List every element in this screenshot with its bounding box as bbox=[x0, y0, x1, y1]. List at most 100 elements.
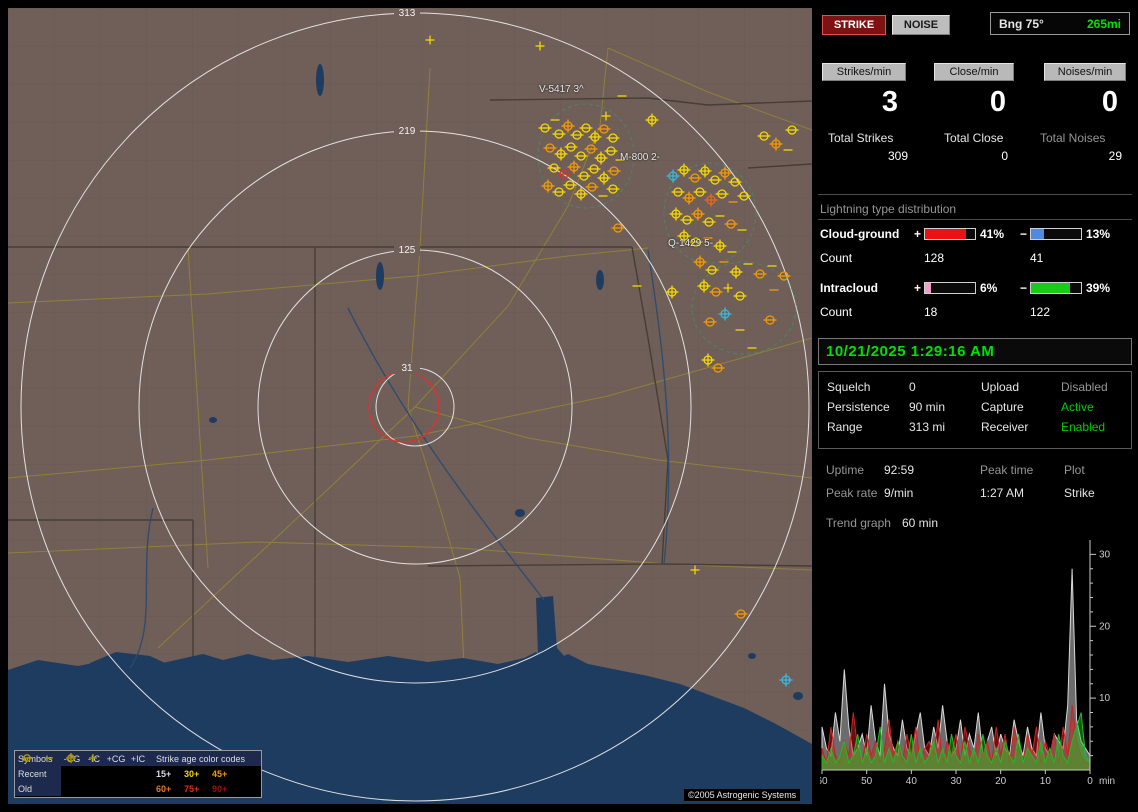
ic-negative-bar bbox=[1030, 282, 1082, 294]
strike-alarm-button[interactable]: STRIKE bbox=[822, 15, 886, 35]
cg-negative-pct: 13% bbox=[1086, 227, 1111, 241]
strike-age-code: 90+ bbox=[212, 783, 228, 794]
cloud-ground-label: Cloud-ground bbox=[820, 227, 900, 241]
legend-old-symbols bbox=[22, 753, 153, 796]
uptime-label: Uptime bbox=[826, 463, 865, 477]
squelch-value: 0 bbox=[909, 380, 916, 394]
ic-negative-pct: 39% bbox=[1086, 281, 1111, 295]
bearing-label: Bng 75° bbox=[999, 16, 1044, 31]
axis-tick-label: 40 bbox=[906, 776, 918, 787]
strike-age-code: 75+ bbox=[184, 783, 200, 794]
total-noises-label: Total Noises bbox=[1040, 131, 1106, 145]
peak-time-label: Peak time bbox=[980, 463, 1034, 477]
uptime-value: 92:59 bbox=[884, 463, 915, 477]
datetime-box: 10/21/2025 1:29:16 AM bbox=[818, 338, 1132, 365]
squelch-label: Squelch bbox=[827, 380, 871, 394]
ic-positive-bar bbox=[924, 282, 976, 294]
noises-per-min-header[interactable]: Noises/min bbox=[1044, 63, 1126, 81]
legend-type-pos-cg: +CG bbox=[106, 753, 126, 764]
total-close-label: Total Close bbox=[944, 131, 1004, 145]
distribution-title: Lightning type distribution bbox=[820, 202, 957, 216]
divider bbox=[818, 194, 1132, 195]
close-per-min-header[interactable]: Close/min bbox=[934, 63, 1014, 81]
axis-tick-label: 20 bbox=[995, 776, 1007, 787]
strike-age-code: 30+ bbox=[184, 768, 200, 779]
legend-type-pos-ic: +IC bbox=[130, 753, 146, 764]
legend-row-recent-label: Recent bbox=[15, 766, 61, 781]
cg-negative-count: 41 bbox=[1030, 251, 1044, 265]
cg-positive-pct: 41% bbox=[980, 227, 1005, 241]
ic-positive-pct: 6% bbox=[980, 281, 998, 295]
ic-positive-count: 18 bbox=[924, 305, 938, 319]
persistence-label: Persistence bbox=[827, 400, 890, 414]
plot-label: Plot bbox=[1064, 463, 1085, 477]
count-label: Count bbox=[820, 305, 853, 319]
intracloud-label: Intracloud bbox=[820, 281, 879, 295]
axis-tick-label: 30 bbox=[950, 776, 962, 787]
strike-age-code: 45+ bbox=[212, 768, 228, 779]
axis-tick-label: 30 bbox=[1099, 549, 1111, 560]
strike-age-code: 15+ bbox=[156, 768, 172, 779]
legend-row-old-label: Old bbox=[15, 781, 61, 796]
upload-value: Disabled bbox=[1061, 380, 1108, 394]
legend-recent-ages: 15+ 30+ 45+ bbox=[153, 766, 261, 781]
strikes-per-min-header[interactable]: Strikes/min bbox=[822, 63, 906, 81]
upload-label: Upload bbox=[981, 380, 1020, 394]
cg-positive-bar bbox=[924, 228, 976, 240]
total-noises-value: 29 bbox=[1108, 149, 1122, 163]
plus-sign: + bbox=[914, 227, 922, 241]
count-label: Count bbox=[820, 251, 853, 265]
legend-icp-icon bbox=[89, 754, 97, 762]
bearing-readout: Bng 75° 265mi bbox=[990, 12, 1130, 35]
total-strikes-value: 309 bbox=[887, 149, 908, 163]
legend-old-ages: 60+ 75+ 90+ bbox=[153, 781, 261, 796]
trend-graph: 10 20 30 60 50 40 30 20 10 0 min bbox=[820, 540, 1115, 787]
strikes-per-min-value: 3 bbox=[881, 86, 898, 118]
copyright: ©2005 Astrogenic Systems bbox=[684, 789, 801, 801]
close-per-min-value: 0 bbox=[989, 86, 1006, 118]
legend-recent-symbols bbox=[22, 753, 153, 781]
range-value: 313 mi bbox=[909, 420, 946, 434]
divider bbox=[818, 219, 1132, 220]
cg-negative-bar bbox=[1030, 228, 1082, 240]
status-panel: STRIKE NOISE Bng 75° 265mi Strikes/min C… bbox=[818, 8, 1134, 804]
legend-age-header: Strike age color codes bbox=[156, 753, 246, 764]
minus-sign: − bbox=[1020, 281, 1028, 295]
range-label: Range bbox=[827, 420, 863, 434]
peak-time-value: 1:27 AM bbox=[980, 486, 1025, 500]
axis-tick-label: 10 bbox=[1099, 693, 1111, 704]
trend-graph-label: Trend graph bbox=[826, 516, 891, 530]
capture-value: Active bbox=[1061, 400, 1094, 414]
plot-value: Strike bbox=[1064, 486, 1095, 500]
legend-cgp-icon bbox=[66, 753, 76, 763]
receiver-status-box: Squelch 0 Upload Disabled Persistence 90… bbox=[818, 371, 1132, 449]
bearing-distance: 265mi bbox=[1086, 16, 1121, 31]
trend-window-value: 60 min bbox=[902, 516, 939, 530]
receiver-label: Receiver bbox=[981, 420, 1029, 434]
minus-sign: − bbox=[1020, 227, 1028, 241]
legend-cgn-icon bbox=[22, 754, 32, 762]
noises-per-min-value: 0 bbox=[1101, 86, 1118, 118]
strike-age-code: 60+ bbox=[156, 783, 172, 794]
total-strikes-label: Total Strikes bbox=[828, 131, 894, 145]
peak-rate-value: 9/min bbox=[884, 486, 914, 500]
map-legend: Symbols -CG -IC +CG +IC Strike age color… bbox=[14, 750, 262, 798]
persistence-value: 90 min bbox=[909, 400, 946, 414]
capture-label: Capture bbox=[981, 400, 1024, 414]
ic-negative-count: 122 bbox=[1030, 305, 1051, 319]
total-close-value: 0 bbox=[1001, 149, 1008, 163]
receiver-value: Enabled bbox=[1061, 420, 1106, 434]
axis-tick-label: 20 bbox=[1099, 621, 1111, 632]
peak-rate-label: Peak rate bbox=[826, 486, 878, 500]
cg-positive-count: 128 bbox=[924, 251, 945, 265]
plus-sign: + bbox=[914, 281, 922, 295]
datetime: 10/21/2025 1:29:16 AM bbox=[826, 343, 995, 360]
axis-tick-label: 60 bbox=[820, 776, 828, 787]
lightning-map: 313 219 125 31 V-5417 3^ M-800 2- Q-1429 5- S… bbox=[8, 8, 812, 804]
noise-alarm-button[interactable]: NOISE bbox=[892, 15, 950, 35]
axis-tick-label: 50 bbox=[861, 776, 873, 787]
axis-tick-label: 10 bbox=[1040, 776, 1052, 787]
axis-tick-label: 0 bbox=[1087, 776, 1093, 787]
axis-tick-label: min bbox=[1099, 776, 1115, 787]
map-canvas bbox=[8, 8, 812, 804]
